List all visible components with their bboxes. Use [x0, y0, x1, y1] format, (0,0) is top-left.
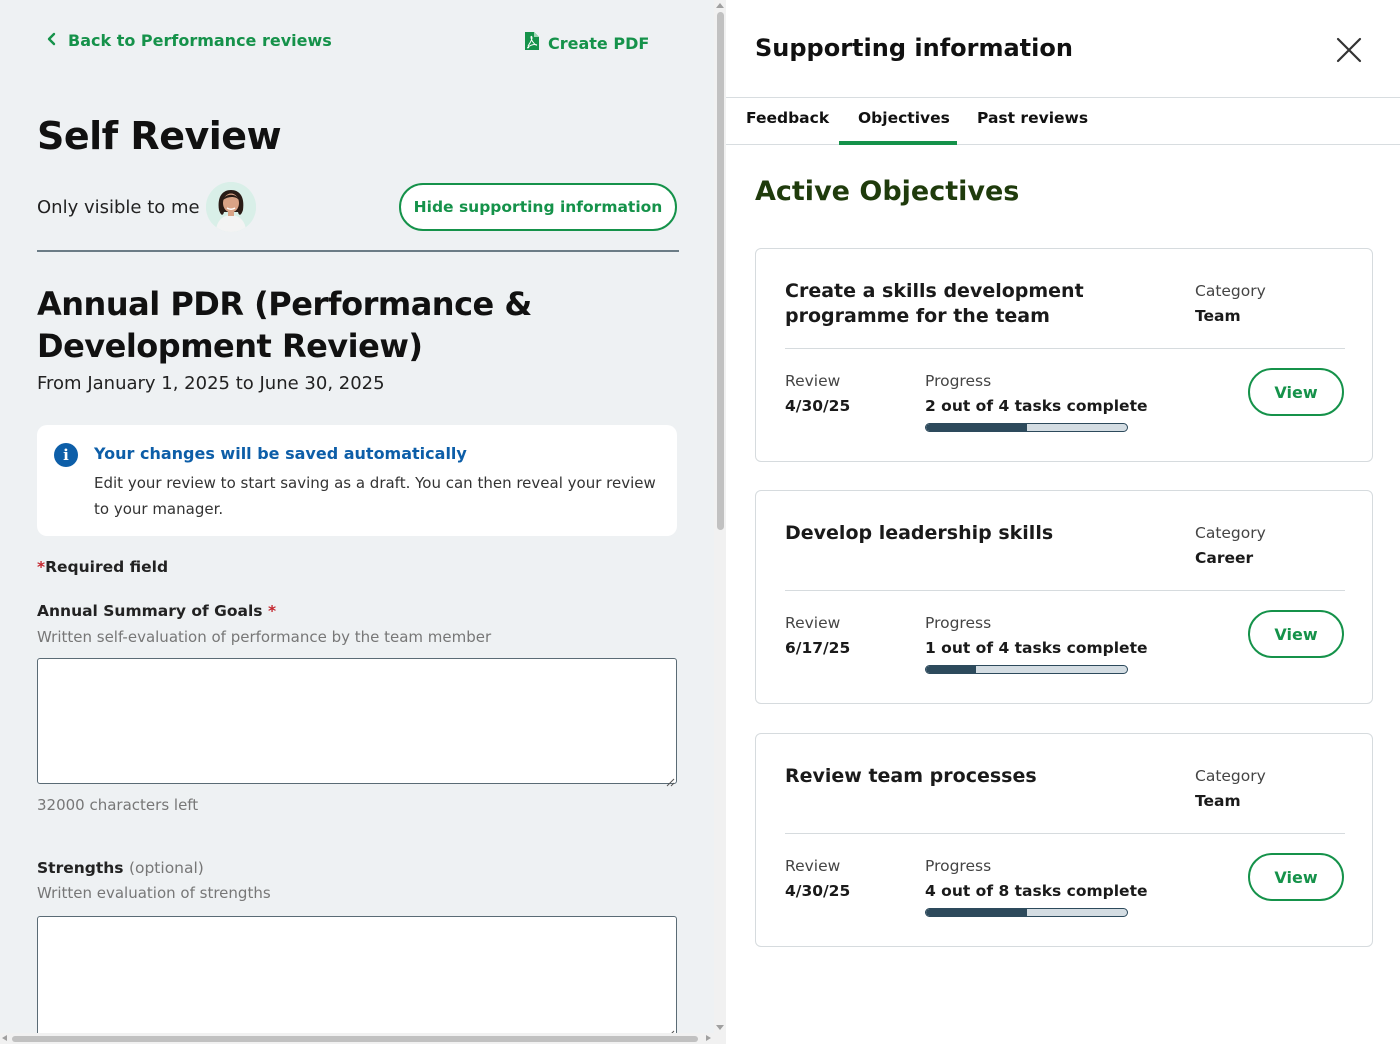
panel-title: Supporting information: [755, 34, 1073, 62]
category-value: Career: [1195, 549, 1254, 567]
horizontal-scrollbar[interactable]: [0, 1033, 714, 1044]
progress-text: 2 out of 4 tasks complete: [925, 397, 1148, 415]
view-objective-button[interactable]: View: [1248, 853, 1344, 901]
vertical-scrollbar-thumb[interactable]: [717, 12, 724, 530]
active-tab-indicator: [839, 141, 957, 145]
strengths-description: Written evaluation of strengths: [37, 884, 271, 902]
card-divider: [785, 590, 1345, 591]
objective-title: Create a skills development programme fo…: [785, 280, 1084, 327]
review-period: From January 1, 2025 to June 30, 2025: [37, 373, 385, 394]
page-title: Self Review: [37, 114, 282, 158]
progress-bar-fill: [926, 666, 977, 673]
vertical-scrollbar[interactable]: [714, 0, 726, 1044]
progress-text: 1 out of 4 tasks complete: [925, 639, 1148, 657]
top-bar: Back to Performance reviews Create PDF: [0, 0, 714, 80]
review-label: Review: [785, 614, 841, 632]
hide-supporting-info-button[interactable]: Hide supporting information: [399, 183, 677, 231]
required-text: Required field: [45, 558, 169, 576]
scroll-up-arrow-icon[interactable]: [716, 3, 724, 8]
review-label: Review: [785, 857, 841, 875]
tab-feedback[interactable]: Feedback: [746, 109, 829, 127]
back-to-reviews-link[interactable]: Back to Performance reviews: [46, 31, 332, 50]
progress-bar-fill: [926, 424, 1027, 431]
review-label: Review: [785, 372, 841, 390]
required-star: *: [37, 558, 46, 576]
chevron-left-icon: [46, 31, 58, 50]
tab-past-reviews[interactable]: Past reviews: [977, 109, 1088, 127]
scroll-right-arrow-icon[interactable]: [706, 1035, 711, 1041]
goals-label: Annual Summary of Goals *: [37, 602, 276, 620]
progress-bar-fill: [926, 909, 1027, 916]
create-pdf-label: Create PDF: [548, 33, 650, 53]
goals-resize-handle[interactable]: [665, 772, 675, 787]
horizontal-scrollbar-thumb[interactable]: [12, 1036, 698, 1042]
view-objective-button[interactable]: View: [1248, 368, 1344, 416]
header-divider: [37, 250, 679, 252]
close-panel-button[interactable]: [1334, 35, 1364, 65]
avatar: [206, 182, 256, 232]
objective-card: Review team processes Category Team Revi…: [755, 733, 1373, 947]
category-value: Team: [1195, 307, 1241, 325]
required-field-note: *Required field: [37, 558, 168, 576]
category-label: Category: [1195, 524, 1266, 542]
close-icon: [1334, 37, 1364, 69]
progress-bar: [925, 665, 1128, 674]
progress-label: Progress: [925, 372, 992, 390]
objective-title: Review team processes: [785, 765, 1037, 787]
progress-label: Progress: [925, 614, 992, 632]
goals-characters-left: 32000 characters left: [37, 796, 199, 814]
autosave-notice: i Your changes will be saved automatical…: [37, 425, 677, 536]
strengths-textarea[interactable]: [37, 916, 677, 1040]
strengths-label: Strengths (optional): [37, 859, 204, 877]
back-link-label: Back to Performance reviews: [68, 31, 332, 50]
info-icon: i: [54, 443, 78, 467]
goals-textarea[interactable]: [37, 658, 677, 784]
progress-text: 4 out of 8 tasks complete: [925, 882, 1148, 900]
supporting-information-panel: Supporting information Feedback Objectiv…: [726, 0, 1400, 1044]
objective-title: Develop leadership skills: [785, 522, 1054, 544]
progress-bar: [925, 423, 1128, 432]
goals-description: Written self-evaluation of performance b…: [37, 628, 492, 646]
category-value: Team: [1195, 792, 1241, 810]
progress-bar: [925, 908, 1128, 917]
card-divider: [785, 833, 1345, 834]
progress-label: Progress: [925, 857, 992, 875]
goals-label-text: Annual Summary of Goals: [37, 602, 263, 620]
scroll-left-arrow-icon[interactable]: [2, 1035, 7, 1041]
active-objectives-heading: Active Objectives: [755, 176, 1020, 207]
review-title: Annual PDR (Performance & Development Re…: [37, 285, 532, 365]
create-pdf-link[interactable]: Create PDF: [524, 31, 649, 55]
objective-card: Create a skills development programme fo…: [755, 248, 1373, 462]
view-objective-button[interactable]: View: [1248, 610, 1344, 658]
pdf-file-icon: [524, 31, 540, 55]
goals-required-star: *: [267, 602, 277, 620]
scroll-down-arrow-icon[interactable]: [716, 1025, 724, 1030]
notice-title: Your changes will be saved automatically: [94, 444, 467, 463]
review-date: 4/30/25: [785, 397, 851, 415]
strengths-optional-text: (optional): [128, 859, 204, 877]
review-date: 6/17/25: [785, 639, 851, 657]
panel-tabs: Feedback Objectives Past reviews: [726, 98, 1400, 145]
category-label: Category: [1195, 767, 1266, 785]
visibility-label: Only visible to me: [37, 197, 200, 218]
category-label: Category: [1195, 282, 1266, 300]
self-review-pane: Back to Performance reviews Create PDF S…: [0, 0, 714, 1044]
review-date: 4/30/25: [785, 882, 851, 900]
tab-objectives[interactable]: Objectives: [858, 109, 950, 127]
card-divider: [785, 348, 1345, 349]
objective-card: Develop leadership skills Category Caree…: [755, 490, 1373, 704]
strengths-label-text: Strengths: [37, 859, 124, 877]
notice-body: Edit your review to start saving as a dr…: [94, 474, 656, 518]
